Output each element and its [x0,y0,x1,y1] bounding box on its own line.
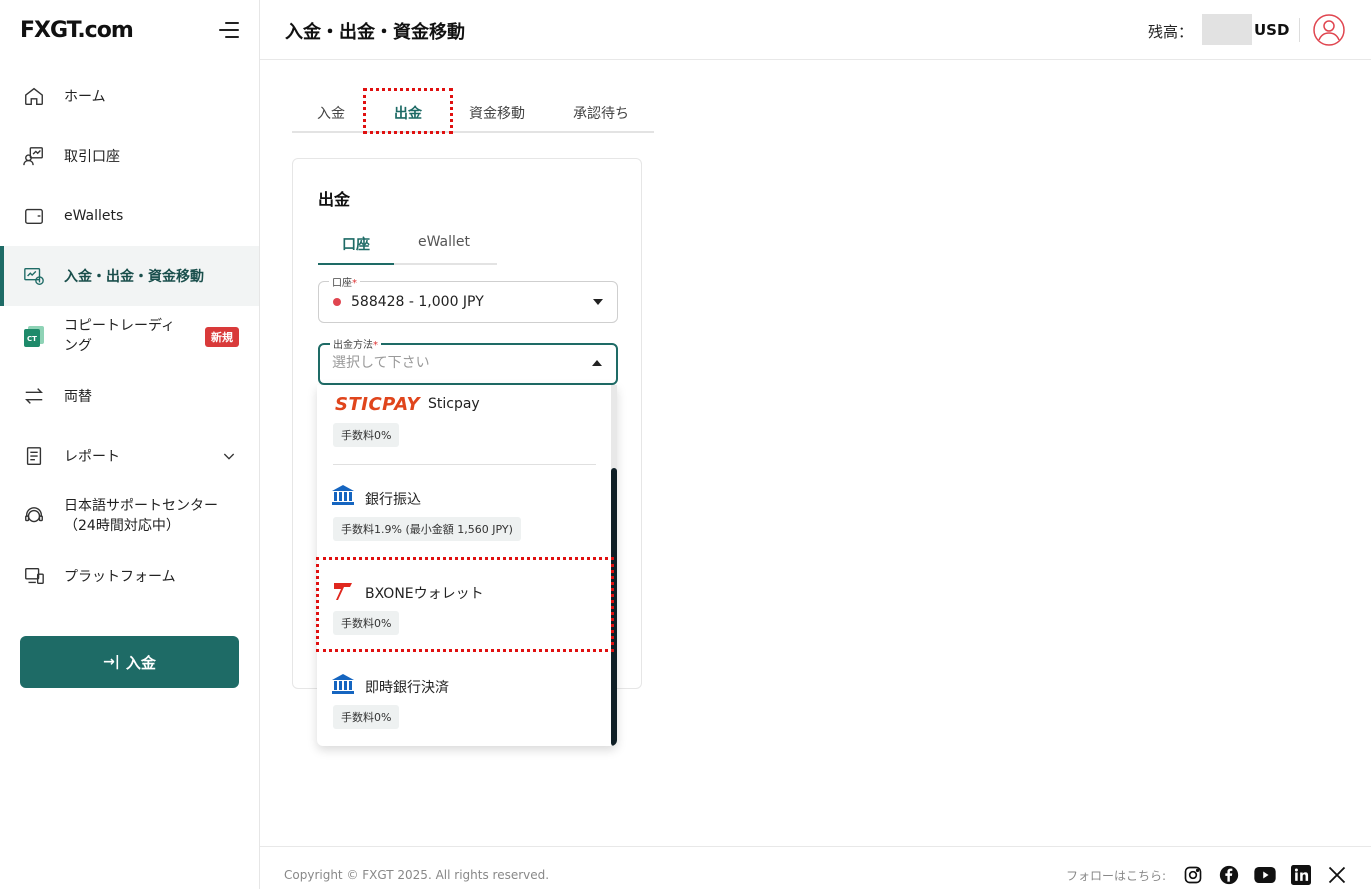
fxgt-logo[interactable]: FXGT.com [20,18,134,43]
support-label-line2: （24時間対応中） [64,518,180,534]
sidebar-item-support[interactable]: 日本語サポートセンター （24時間対応中） [0,486,259,546]
linkedin-icon[interactable] [1290,864,1312,886]
deposit-button[interactable]: →| 入金 [20,636,239,688]
funds-transfer-icon [22,264,46,288]
card-title: 出金 [318,190,351,209]
status-dot-icon [333,298,341,306]
bank-icon [332,674,354,698]
account-select[interactable]: 口座* 588428 - 1,000 JPY [318,274,618,323]
page-title: 入金・出金・資金移動 [285,22,465,43]
menu-toggle-icon[interactable] [219,20,239,40]
withdraw-subtabs: 口座 eWallet [318,229,497,265]
subtab-ewallet[interactable]: eWallet [418,234,470,250]
support-label-line1: 日本語サポートセンター [64,498,218,514]
copy-trading-icon: CT [22,324,46,348]
sidebar-item-label: 入金・出金・資金移動 [64,269,204,285]
sticpay-logo: STICPAY [335,394,421,415]
method-select[interactable]: 出金方法* [318,336,618,385]
sidebar-nav: ホーム 取引口座 eWallets 入金・出金・資金移動 CT コピートレーディ… [0,66,259,606]
method-name: 銀行振込 [365,492,421,508]
arrow-right-icon: →| [103,654,120,670]
follow-label: フォローはこちら: [1066,869,1167,883]
caret-down-icon [593,299,603,305]
sidebar-item-label: ホーム [64,89,106,105]
tab-pending[interactable]: 承認待ち [573,103,629,123]
tab-transfer[interactable]: 資金移動 [469,103,525,123]
subtab-account[interactable]: 口座 [342,234,370,254]
sidebar-item-report[interactable]: レポート [0,426,259,486]
wallet-icon [22,204,46,228]
sidebar-item-copy-trading[interactable]: CT コピートレーディ ング 新規 [0,306,259,366]
sidebar-item-label: 両替 [64,389,92,405]
fee-badge: 手数料0% [333,423,400,447]
method-option-sticpay[interactable]: STICPAY Sticpay 手数料0% [317,385,611,465]
method-option-bank-transfer[interactable]: 銀行振込 手数料1.9% (最小金額 1,560 JPY) [317,480,611,560]
account-select-label: 口座* [329,274,360,289]
sidebar-item-platform[interactable]: プラットフォーム [0,546,259,606]
sidebar: FXGT.com ホーム 取引口座 eWallets 入金・出金・資金移動 CT… [0,0,260,889]
copyright-text: Copyright © FXGT 2025. All rights reserv… [284,868,550,882]
facebook-icon[interactable] [1218,864,1240,886]
footer: Copyright © FXGT 2025. All rights reserv… [260,846,1371,889]
deposit-button-label: 入金 [125,653,156,672]
tab-deposit[interactable]: 入金 [317,103,345,123]
method-search-input[interactable] [332,355,572,371]
sidebar-item-label: eWallets [64,208,124,224]
sidebar-item-label: 日本語サポートセンター （24時間対応中） [64,496,218,536]
bxone-option-highlight [316,557,614,652]
method-name: 即時銀行決済 [365,680,449,696]
sidebar-item-label: コピートレーディ ング [64,316,175,356]
chevron-down-icon[interactable] [221,448,237,468]
funds-tabs: 入金 出金 資金移動 承認待ち [292,88,654,133]
sidebar-item-label: 取引口座 [64,149,120,165]
top-header: 入金・出金・資金移動 残高： USD [260,0,1371,60]
fee-badge: 手数料0% [333,705,400,729]
youtube-icon[interactable] [1254,864,1276,886]
sidebar-item-home[interactable]: ホーム [0,66,259,126]
bank-icon [332,485,354,509]
instagram-icon[interactable] [1182,864,1204,886]
option-divider [333,464,596,465]
trading-account-icon [22,144,46,168]
support-icon [22,504,46,528]
method-select-label: 出金方法* [330,336,381,351]
app-root: FXGT.com ホーム 取引口座 eWallets 入金・出金・資金移動 CT… [0,0,1371,889]
exchange-icon [22,384,46,408]
header-divider [1299,18,1300,42]
caret-up-icon [592,360,602,366]
svg-text:CT: CT [27,335,37,343]
user-avatar-icon[interactable] [1312,13,1346,47]
x-icon[interactable] [1326,864,1348,886]
account-select-value: 588428 - 1,000 JPY [333,294,484,310]
method-option-instant-bank[interactable]: 即時銀行決済 手数料0% [317,669,611,746]
sidebar-item-trading-accounts[interactable]: 取引口座 [0,126,259,186]
platform-icon [22,564,46,588]
home-icon [22,84,46,108]
balance-currency: USD [1254,21,1290,39]
balance-value-masked [1202,14,1252,45]
withdraw-tab-highlight [363,88,453,134]
subtab-underline [318,263,394,265]
copy-trading-label-line1: コピートレーディ [64,318,176,334]
new-badge: 新規 [205,327,239,347]
balance-label: 残高： [1148,23,1194,41]
fee-badge: 手数料1.9% (最小金額 1,560 JPY) [333,517,521,541]
sidebar-item-label: レポート [64,449,120,465]
copy-trading-label-line2: ング [64,338,92,354]
sidebar-item-funds[interactable]: 入金・出金・資金移動 [0,246,259,306]
report-icon [22,444,46,468]
sidebar-item-exchange[interactable]: 両替 [0,366,259,426]
sidebar-item-ewallets[interactable]: eWallets [0,186,259,246]
sidebar-item-label: プラットフォーム [64,569,176,585]
method-name: Sticpay [428,396,480,412]
